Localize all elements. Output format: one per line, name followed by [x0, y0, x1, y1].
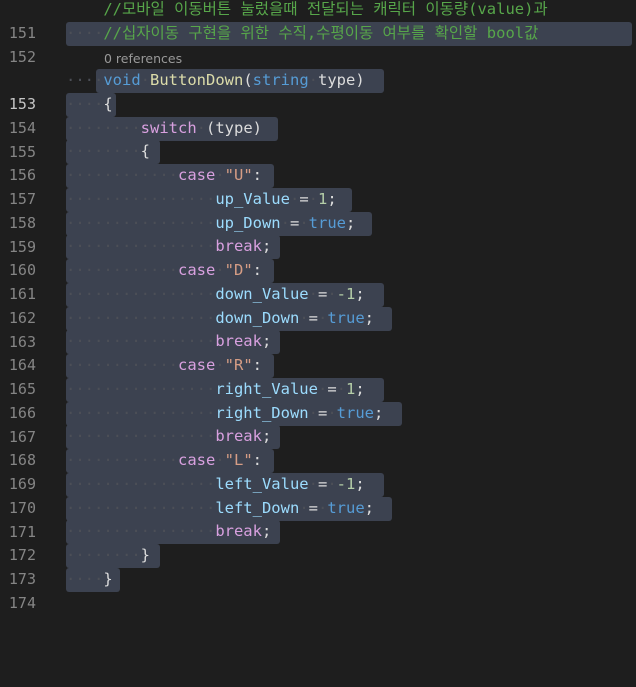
code-line[interactable]: 151 //모바일 이동버튼 눌렀을때 전달되는 캐릭터 이동량(value)과: [0, 0, 636, 42]
code-line[interactable]: 164 ················break;: [0, 330, 636, 374]
code-line[interactable]: 162 ················down_Value·=·-1;: [0, 283, 636, 327]
code-line[interactable]: 170 ················left_Value·=·-1;: [0, 473, 636, 517]
code-line[interactable]: 174 ····}: [0, 568, 636, 612]
code-line[interactable]: 154 ····{: [0, 93, 636, 137]
code-line[interactable]: 153 ····void·ButtonDown(string·type): [0, 69, 636, 113]
code-line[interactable]: 161 ············case·"D":: [0, 259, 636, 303]
codelens-references[interactable]: 0 references: [104, 49, 182, 69]
code-line[interactable]: 155 ········switch·(type): [0, 117, 636, 161]
code-line[interactable]: 158 ················up_Value·=·1;: [0, 188, 636, 232]
code-line[interactable]: 163 ················down_Down·=·true;: [0, 307, 636, 351]
code-line[interactable]: 156 ········{: [0, 140, 636, 184]
code-line[interactable]: 160 ················break;: [0, 235, 636, 279]
code-line[interactable]: 152 ····//십자이동 구현을 위한 수직,수평이동 여부를 확인할 bo…: [0, 22, 636, 66]
line-number: 152: [8, 47, 36, 66]
code-line[interactable]: 166 ················right_Value·=·1;: [0, 378, 636, 422]
comment-text: //십자이동 구현을 위한 수직,수평이동 여부를 확인할 bool값: [103, 24, 539, 42]
code-line[interactable]: 165 ············case·"R":: [0, 354, 636, 398]
code-line[interactable]: 173 ········}: [0, 544, 636, 588]
line-number: 174: [8, 593, 36, 612]
code-line[interactable]: 172 ················break;: [0, 520, 636, 564]
code-line[interactable]: 159 ················up_Down·=·true;: [0, 212, 636, 256]
code-line[interactable]: 167 ················right_Down·=·true;: [0, 402, 636, 446]
method-name: ButtonDown: [150, 71, 244, 89]
code-editor[interactable]: 151 //모바일 이동버튼 눌렀을때 전달되는 캐릭터 이동량(value)과…: [0, 0, 636, 612]
comment-text: //모바일 이동버튼 눌렀을때 전달되는 캐릭터 이동량(value)과: [103, 0, 548, 18]
code-line[interactable]: 169 ············case·"L":: [0, 449, 636, 493]
code-line[interactable]: 157 ············case·"U":: [0, 164, 636, 208]
code-line[interactable]: 171 ················left_Down·=·true;: [0, 497, 636, 541]
code-line[interactable]: 168 ················break;: [0, 425, 636, 469]
